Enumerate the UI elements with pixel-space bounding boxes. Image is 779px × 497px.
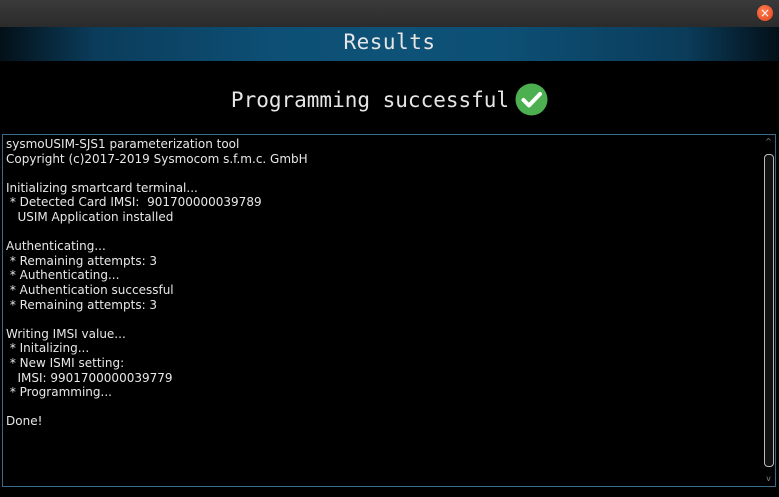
close-icon[interactable]: ×: [757, 5, 773, 21]
vertical-scrollbar[interactable]: ^ v: [763, 136, 774, 485]
log-output-panel[interactable]: sysmoUSIM-SJS1 parameterization tool Cop…: [2, 134, 776, 487]
results-window: × Results Programming successful sysmoUS…: [0, 0, 779, 497]
status-row: Programming successful: [0, 83, 779, 116]
title-bar: ×: [0, 0, 779, 28]
scroll-down-icon[interactable]: v: [763, 473, 774, 485]
check-icon: [515, 83, 548, 116]
scrollbar-thumb[interactable]: [764, 154, 774, 467]
scroll-up-icon[interactable]: ^: [763, 136, 774, 148]
log-output-text: sysmoUSIM-SJS1 parameterization tool Cop…: [6, 137, 308, 429]
bottom-strip: [0, 487, 779, 497]
status-message: Programming successful: [230, 87, 510, 112]
header-bar: Results: [0, 27, 779, 61]
status-area: Programming successful: [0, 61, 779, 134]
page-title: Results: [343, 30, 436, 54]
